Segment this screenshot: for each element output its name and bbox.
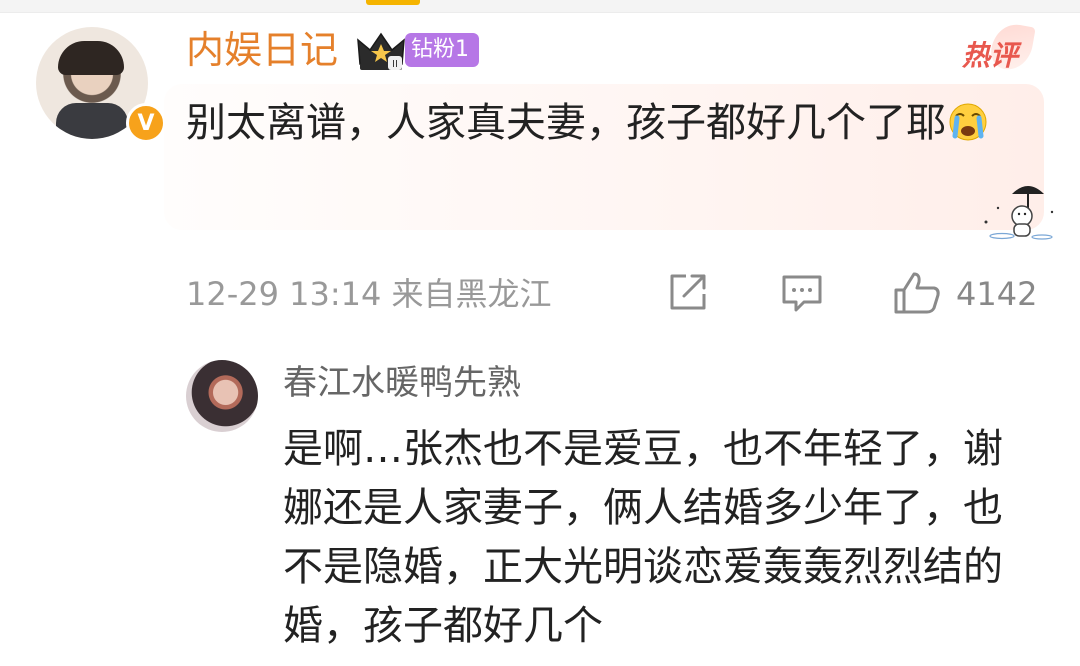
umbrella-doodle-icon: [984, 186, 1054, 240]
svg-text:II: II: [392, 59, 398, 70]
comment-meta-row: 12-29 13:14 来自黑龙江 4142: [186, 270, 1046, 316]
share-icon[interactable]: [666, 270, 710, 314]
tab-indicator: [366, 0, 420, 5]
commenter-username[interactable]: 内娱日记: [186, 26, 338, 74]
comment-timestamp: 12-29 13:14 来自黑龙江: [186, 275, 552, 313]
thumbs-up-icon[interactable]: [892, 270, 942, 316]
reply-text[interactable]: 是啊…张杰也不是爱豆，也不年轻了，谢娜还是人家妻子，俩人结婚多少年了，也不是隐婚…: [283, 420, 1023, 656]
crying-face-emoji-icon: [949, 103, 987, 141]
comment-body: 别太离谱，人家真夫妻，孩子都好几个了耶: [186, 100, 946, 146]
comment-text[interactable]: 别太离谱，人家真夫妻，孩子都好几个了耶: [186, 94, 1026, 152]
like-count: 4142: [956, 275, 1038, 313]
reply-username[interactable]: 春江水暖鸭先熟: [283, 358, 521, 408]
hot-comment-label: 热评: [962, 39, 1019, 72]
fan-level-badge[interactable]: 钻粉1: [405, 33, 479, 67]
crown-level-icon[interactable]: II: [356, 30, 406, 72]
reply-avatar[interactable]: [186, 360, 258, 432]
hot-comment-tag: 热评: [962, 20, 1040, 76]
comment-icon[interactable]: [780, 272, 824, 314]
commenter-avatar[interactable]: V: [36, 27, 166, 143]
previous-content-edge: [0, 0, 1080, 13]
verified-badge-icon: V: [126, 103, 166, 143]
